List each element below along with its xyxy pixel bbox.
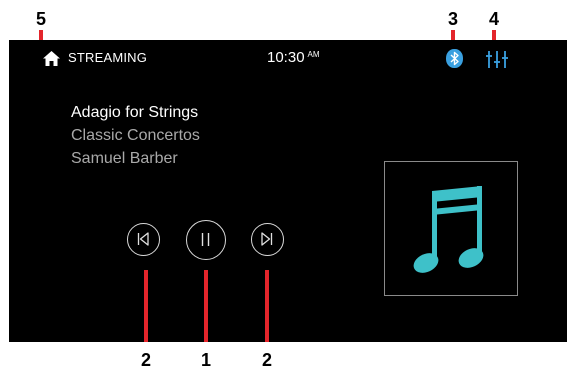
callout-line-previous [144, 270, 148, 342]
previous-track-button[interactable] [127, 223, 160, 256]
callout-number-previous: 2 [140, 350, 151, 370]
track-title: Adagio for Strings [71, 104, 199, 121]
album-art [384, 161, 518, 296]
head-unit-screen: STREAMING 10:30 AM Adagio for Strings Cla… [9, 40, 567, 342]
clock: 10:30 AM [267, 49, 320, 66]
home-icon[interactable] [43, 51, 60, 66]
equalizer-icon[interactable] [486, 49, 508, 69]
pause-button[interactable] [186, 220, 226, 260]
track-album: Classic Concertos [71, 127, 200, 144]
clock-ampm: AM [307, 50, 320, 59]
clock-time: 10:30 [267, 49, 305, 66]
bluetooth-icon[interactable] [446, 49, 463, 68]
skip-next-icon [261, 232, 273, 246]
callout-number-pause: 1 [200, 350, 211, 370]
music-note-icon [413, 186, 484, 273]
callout-number-bluetooth: 3 [447, 9, 458, 29]
track-artist: Samuel Barber [71, 150, 178, 167]
source-label: STREAMING [68, 50, 148, 65]
callout-line-next [265, 270, 269, 342]
pause-icon [201, 233, 210, 246]
callout-number-home: 5 [35, 9, 46, 29]
callout-number-equalizer: 4 [488, 9, 499, 29]
skip-previous-icon [137, 232, 149, 246]
callout-line-pause [204, 270, 208, 342]
next-track-button[interactable] [251, 223, 284, 256]
callout-number-next: 2 [261, 350, 272, 370]
